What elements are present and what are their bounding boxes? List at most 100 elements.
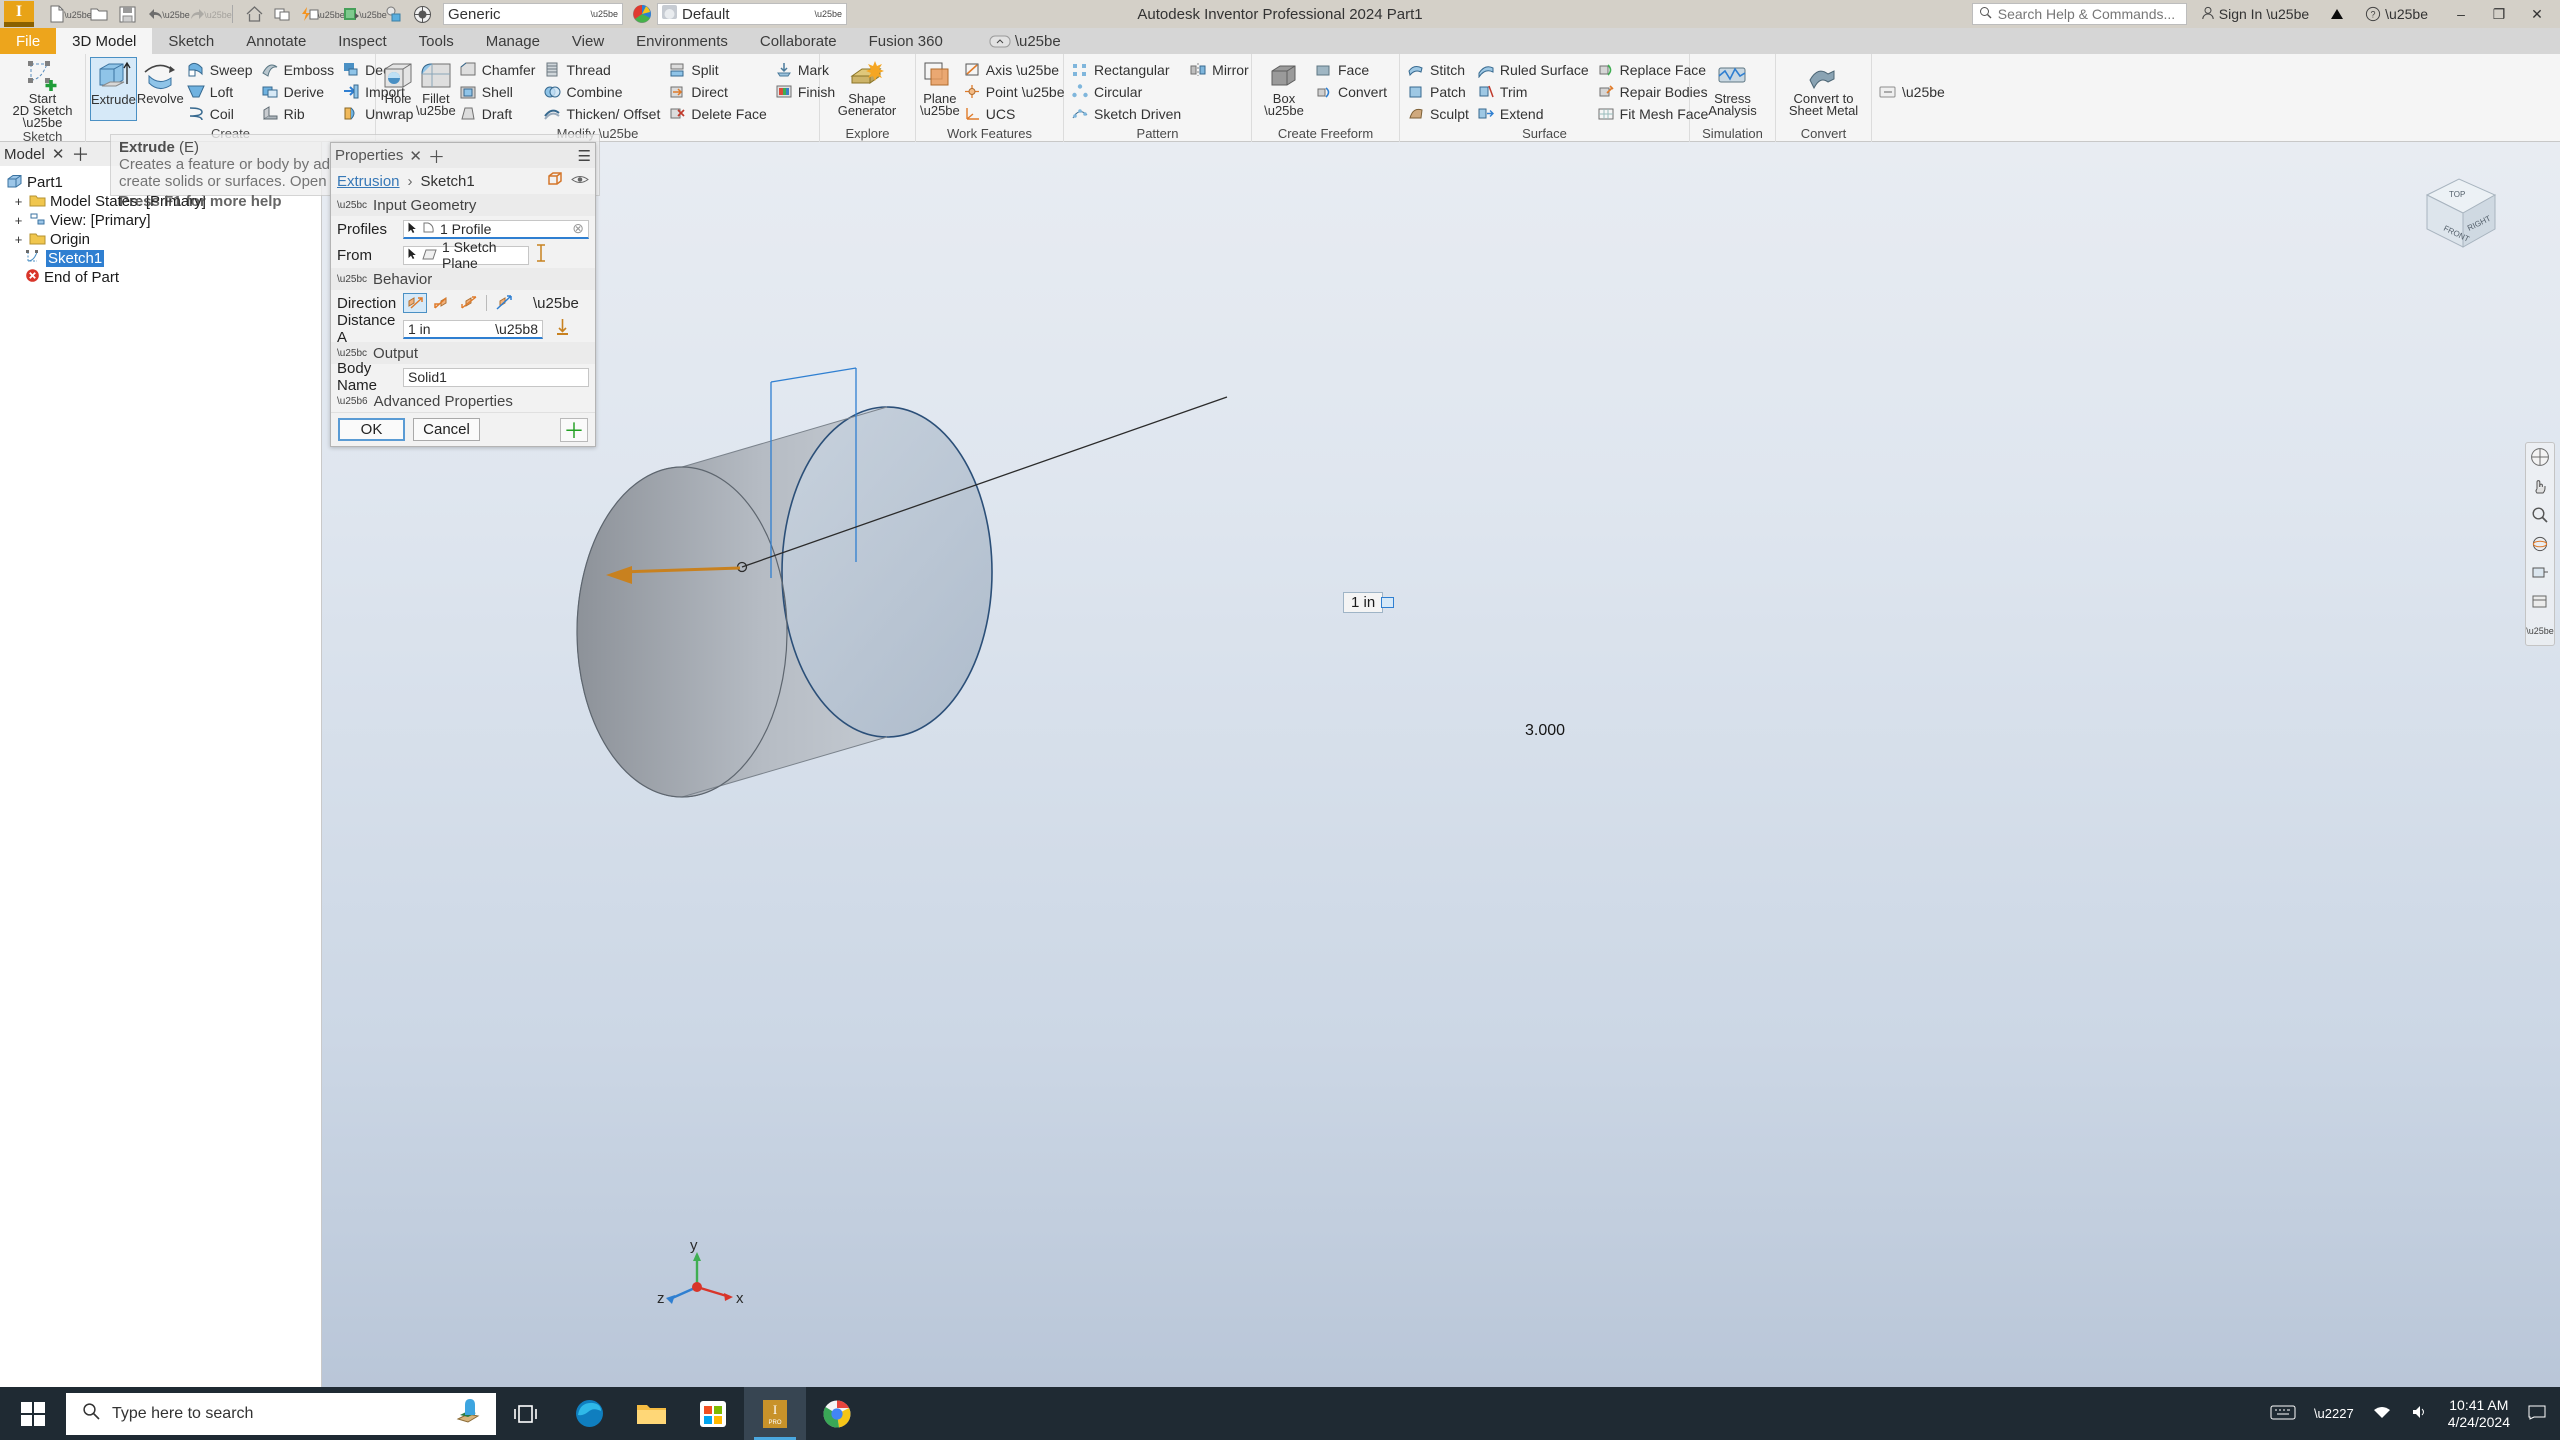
autodesk-logo-icon[interactable] xyxy=(2323,2,2351,26)
sketch-driven-pattern-button[interactable]: Sketch Driven xyxy=(1068,103,1186,124)
expander-icon[interactable]: + xyxy=(12,232,25,247)
distance-a-dropdown-icon[interactable]: \u25b8 xyxy=(495,321,538,337)
derive-button[interactable]: Derive xyxy=(258,81,340,102)
delete-face-button[interactable]: Delete Face xyxy=(665,103,771,124)
extrude-distance-handle-icon[interactable] xyxy=(1381,597,1394,608)
file-explorer-icon[interactable] xyxy=(620,1387,682,1440)
clear-selection-icon[interactable]: ⊗ xyxy=(572,220,584,237)
expander-icon[interactable]: + xyxy=(12,194,25,209)
chevron-down-icon[interactable]: \u25be xyxy=(1902,84,1945,100)
section-behavior[interactable]: \u25bc Behavior xyxy=(331,268,595,290)
navigation-bar[interactable]: \u25be xyxy=(2525,442,2555,646)
view-cube[interactable]: FRONT RIGHT TOP xyxy=(2407,167,2512,262)
axis-button[interactable]: Axis \u25be xyxy=(960,59,1070,80)
new-file-dropdown-icon[interactable]: \u25be xyxy=(64,2,92,26)
revolve-button[interactable]: Revolve xyxy=(137,57,184,105)
start-2d-sketch-button[interactable]: Start 2D Sketch \u25be xyxy=(4,57,81,129)
tab-manage[interactable]: Manage xyxy=(470,28,556,54)
combine-button[interactable]: Combine xyxy=(540,81,665,102)
sign-in-button[interactable]: Sign In \u25be xyxy=(2195,2,2315,26)
chamfer-button[interactable]: Chamfer xyxy=(456,59,541,80)
stitch-button[interactable]: Stitch xyxy=(1404,59,1474,80)
appearance-color-wheel-icon[interactable] xyxy=(629,2,655,26)
tree-item-end-of-part[interactable]: End of Part xyxy=(0,268,321,287)
appearance-icon[interactable] xyxy=(381,2,407,26)
body-name-input[interactable]: Solid1 xyxy=(403,367,589,387)
add-tab-icon[interactable]: ＋ xyxy=(71,141,89,167)
help-search-input[interactable]: Search Help & Commands... xyxy=(1971,3,2187,25)
shell-button[interactable]: Shell xyxy=(456,81,541,102)
sculpt-button[interactable]: Sculpt xyxy=(1404,103,1474,124)
ruled-surface-button[interactable]: Ruled Surface xyxy=(1474,59,1594,80)
thicken-offset-button[interactable]: Thicken/ Offset xyxy=(540,103,665,124)
sweep-button[interactable]: Sweep xyxy=(184,59,258,80)
orbit-icon[interactable] xyxy=(2529,534,2551,554)
emboss-button[interactable]: Emboss xyxy=(258,59,340,80)
dialog-tab-label[interactable]: Properties xyxy=(335,147,403,164)
hamburger-menu-icon[interactable]: ☰ xyxy=(578,147,591,165)
extend-button[interactable]: Extend xyxy=(1474,103,1594,124)
extrude-button[interactable]: Extrude xyxy=(90,57,137,121)
redo-dropdown-icon[interactable]: \u25be xyxy=(204,2,232,26)
shape-generator-button[interactable]: Shape Generator xyxy=(824,57,910,117)
network-icon[interactable] xyxy=(2372,1404,2392,1423)
task-view-icon[interactable] xyxy=(496,1387,558,1440)
direction-flipped-icon[interactable] xyxy=(430,293,454,313)
direction-symmetric-icon[interactable] xyxy=(457,293,481,313)
notification-center-icon[interactable] xyxy=(2528,1404,2546,1423)
chevron-down-icon[interactable]: \u25be xyxy=(416,104,456,117)
direction-default-icon[interactable] xyxy=(403,293,427,313)
ok-button[interactable]: OK xyxy=(338,418,405,441)
loft-button[interactable]: Loft xyxy=(184,81,258,102)
chevron-down-icon[interactable]: \u25be xyxy=(23,116,63,129)
ribbon-collapse-button[interactable]: \u25be xyxy=(973,28,1077,54)
full-navigation-wheel-icon[interactable] xyxy=(2529,447,2551,467)
cortana-icon[interactable] xyxy=(454,1395,486,1432)
help-icon[interactable]: ? \u25be xyxy=(2359,2,2434,26)
circular-pattern-button[interactable]: Circular xyxy=(1068,81,1186,102)
from-input[interactable]: 1 Sketch Plane xyxy=(403,239,529,271)
patch-button[interactable]: Patch xyxy=(1404,81,1474,102)
plane-button[interactable]: Plane \u25be xyxy=(920,57,960,117)
clock[interactable]: 10:41 AM 4/24/2024 xyxy=(2448,1397,2510,1431)
split-button[interactable]: Split xyxy=(665,59,771,80)
chrome-icon[interactable] xyxy=(806,1387,868,1440)
nav-dropdown-icon[interactable]: \u25be xyxy=(2526,621,2554,641)
freeform-convert-button[interactable]: Convert xyxy=(1312,81,1392,102)
visibility-eye-icon[interactable] xyxy=(571,173,589,190)
tab-collaborate[interactable]: Collaborate xyxy=(744,28,853,54)
direction-asymmetric-icon[interactable] xyxy=(492,293,516,313)
look-at-icon[interactable] xyxy=(2529,563,2551,583)
tab-environments[interactable]: Environments xyxy=(620,28,744,54)
draft-button[interactable]: Draft xyxy=(456,103,541,124)
taskbar-search-input[interactable]: Type here to search xyxy=(66,1392,496,1435)
close-button[interactable]: ✕ xyxy=(2518,0,2556,28)
thread-button[interactable]: Thread xyxy=(540,59,665,80)
tab-inspect[interactable]: Inspect xyxy=(322,28,402,54)
zoom-icon[interactable] xyxy=(2529,505,2551,525)
tab-view[interactable]: View xyxy=(556,28,620,54)
tab-3d-model[interactable]: 3D Model xyxy=(56,28,153,54)
distance-measure-icon[interactable] xyxy=(556,318,569,340)
profiles-input[interactable]: 1 Profile ⊗ xyxy=(403,219,589,239)
panel-expand-icon[interactable]: \u25be xyxy=(599,126,639,141)
hole-button[interactable]: Hole xyxy=(380,57,416,105)
freeform-face-button[interactable]: Face xyxy=(1312,59,1392,80)
appearance-combo[interactable]: Default \u25be xyxy=(657,3,847,25)
start-button-icon[interactable] xyxy=(0,1387,66,1440)
open-file-icon[interactable] xyxy=(86,2,112,26)
tab-annotate[interactable]: Annotate xyxy=(230,28,322,54)
direction-dropdown-icon[interactable]: \u25be xyxy=(533,295,579,312)
keyboard-icon[interactable] xyxy=(2270,1403,2296,1424)
expander-icon[interactable]: + xyxy=(12,213,25,228)
material-dropdown-icon[interactable]: \u25be xyxy=(359,2,387,26)
tree-item-sketch1[interactable]: Sketch1 xyxy=(0,249,321,268)
direct-button[interactable]: Direct xyxy=(665,81,771,102)
tree-item-origin[interactable]: + Origin xyxy=(0,230,321,249)
extrude-distance-dimension[interactable]: 1 in xyxy=(1343,592,1384,613)
rectangular-pattern-button[interactable]: Rectangular xyxy=(1068,59,1186,80)
mirror-button[interactable]: Mirror xyxy=(1186,59,1254,80)
chevron-down-icon[interactable]: \u25be xyxy=(1016,62,1059,78)
diameter-dimension[interactable]: 3.000 xyxy=(1525,722,1565,740)
coil-button[interactable]: Coil xyxy=(184,103,258,124)
